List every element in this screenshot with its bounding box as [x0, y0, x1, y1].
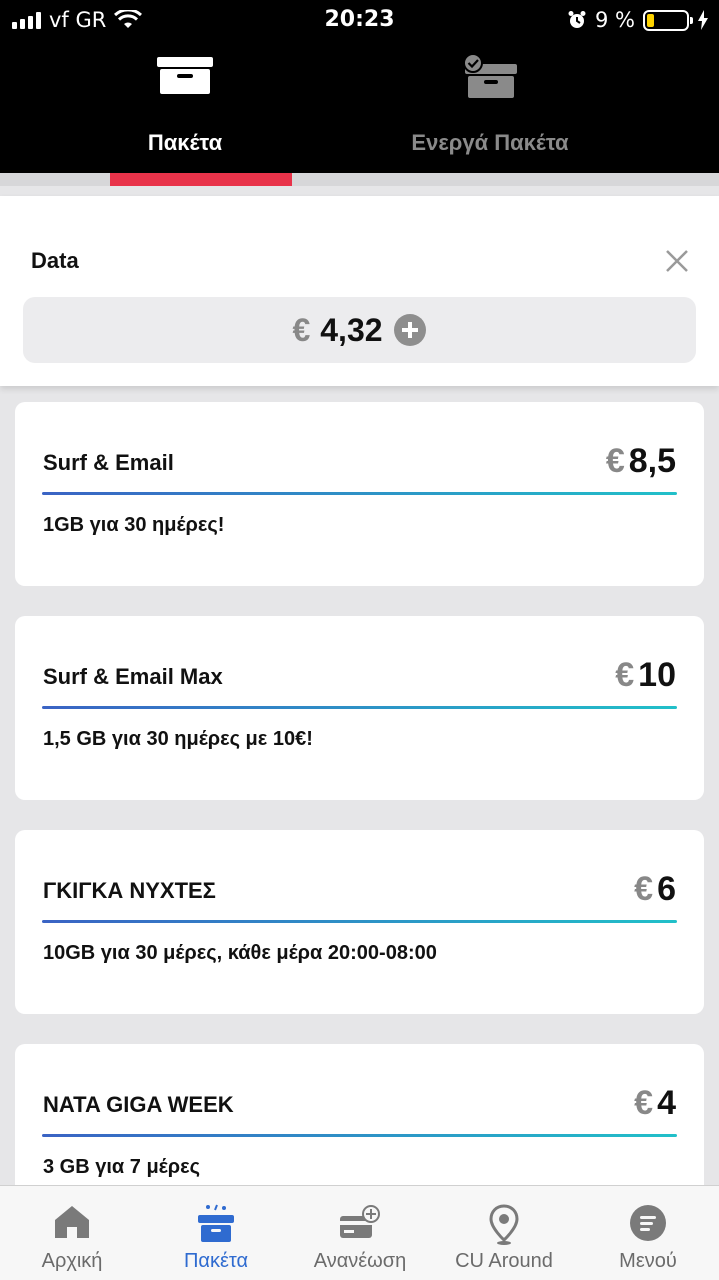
data-balance-panel: Data € 4,32 — [0, 196, 719, 386]
card-plus-icon — [340, 1205, 380, 1238]
battery-percent: 9 % — [595, 8, 635, 32]
tab-bar: Πακέτα Ενεργά Πακέτα — [0, 40, 719, 173]
alarm-icon — [568, 11, 586, 28]
tab-packages-label: Πακέτα — [147, 130, 223, 155]
package-price: € 10 — [615, 656, 676, 695]
package-description: 1,5 GB για 30 ημέρες με 10€! — [43, 728, 313, 750]
price-currency: € — [634, 870, 654, 908]
package-description: 1GB για 30 ημέρες! — [43, 514, 225, 536]
nav-menu[interactable]: Μενού — [576, 1186, 719, 1280]
tab-indicator — [110, 173, 292, 186]
box-icon — [198, 1204, 234, 1242]
nav-menu-label: Μενού — [619, 1250, 677, 1272]
package-card[interactable]: Surf & Email Max € 10 1,5 GB για 30 ημέρ… — [15, 616, 704, 800]
package-name: Surf & Email — [43, 450, 174, 475]
tab-active-packages-label: Ενεργά Πακέτα — [411, 130, 569, 155]
package-price: € 4 — [634, 1084, 676, 1123]
nav-packages[interactable]: Πακέτα — [144, 1186, 288, 1280]
balance-box: € 4,32 — [23, 297, 696, 363]
package-description: 3 GB για 7 μέρες — [43, 1156, 200, 1178]
package-name: ΓΚΙΓΚΑ ΝΥΧΤΕΣ — [43, 878, 216, 903]
package-card[interactable]: Surf & Email € 8,5 1GB για 30 ημέρες! — [15, 402, 704, 586]
charging-bolt-icon — [698, 10, 708, 30]
tab-active-packages[interactable]: Ενεργά Πακέτα — [380, 40, 600, 173]
box-icon — [157, 57, 213, 94]
gradient-divider — [42, 492, 677, 495]
balance-currency: € — [292, 311, 311, 348]
nav-renewal[interactable]: Ανανέωση — [288, 1186, 432, 1280]
nav-renewal-label: Ανανέωση — [313, 1250, 407, 1272]
close-icon[interactable] — [664, 248, 690, 274]
nav-home-label: Αρχική — [41, 1250, 103, 1272]
gradient-divider — [42, 706, 677, 709]
nav-packages-label: Πακέτα — [183, 1250, 249, 1272]
tab-indicator-track — [0, 173, 719, 186]
bottom-nav: Αρχική Πακέτα Ανανέωση CU Around Μενού — [0, 1185, 719, 1280]
price-value: 10 — [638, 656, 676, 694]
package-card[interactable]: ΓΚΙΓΚΑ ΝΥΧΤΕΣ € 6 10GB για 30 μέρες, κάθ… — [15, 830, 704, 1014]
nav-home[interactable]: Αρχική — [0, 1186, 144, 1280]
box-check-icon — [463, 54, 517, 98]
price-value: 6 — [657, 870, 676, 908]
nav-cu-around[interactable]: CU Around — [432, 1186, 576, 1280]
gradient-divider — [42, 920, 677, 923]
top-header: vf GR 20:23 9 % Πακέτα Ενεργά Πακέτα — [0, 0, 719, 173]
menu-icon — [630, 1205, 666, 1241]
price-currency: € — [605, 442, 625, 480]
balance-value: 4,32 — [320, 311, 383, 348]
add-circle-icon[interactable] — [393, 313, 427, 347]
battery-fill — [647, 13, 654, 27]
package-price: € 8,5 — [606, 442, 676, 481]
battery-icon — [643, 9, 693, 31]
package-description: 10GB για 30 μέρες, κάθε μέρα 20:00-08:00 — [43, 942, 437, 964]
nav-cu-around-label: CU Around — [455, 1250, 553, 1272]
home-icon — [55, 1206, 89, 1238]
price-currency: € — [634, 1084, 654, 1122]
tab-packages[interactable]: Πακέτα — [75, 40, 295, 173]
location-pin-icon — [489, 1204, 519, 1245]
package-name: Surf & Email Max — [43, 664, 223, 689]
price-value: 8,5 — [628, 442, 676, 480]
package-name: NATA GIGA WEEK — [43, 1092, 234, 1117]
price-value: 4 — [657, 1084, 676, 1122]
package-price: € 6 — [634, 870, 676, 909]
data-title: Data — [31, 248, 79, 273]
gradient-divider — [42, 1134, 677, 1137]
status-bar: vf GR 20:23 9 % — [0, 0, 719, 40]
status-right: 9 % — [567, 8, 709, 32]
price-currency: € — [615, 656, 635, 694]
